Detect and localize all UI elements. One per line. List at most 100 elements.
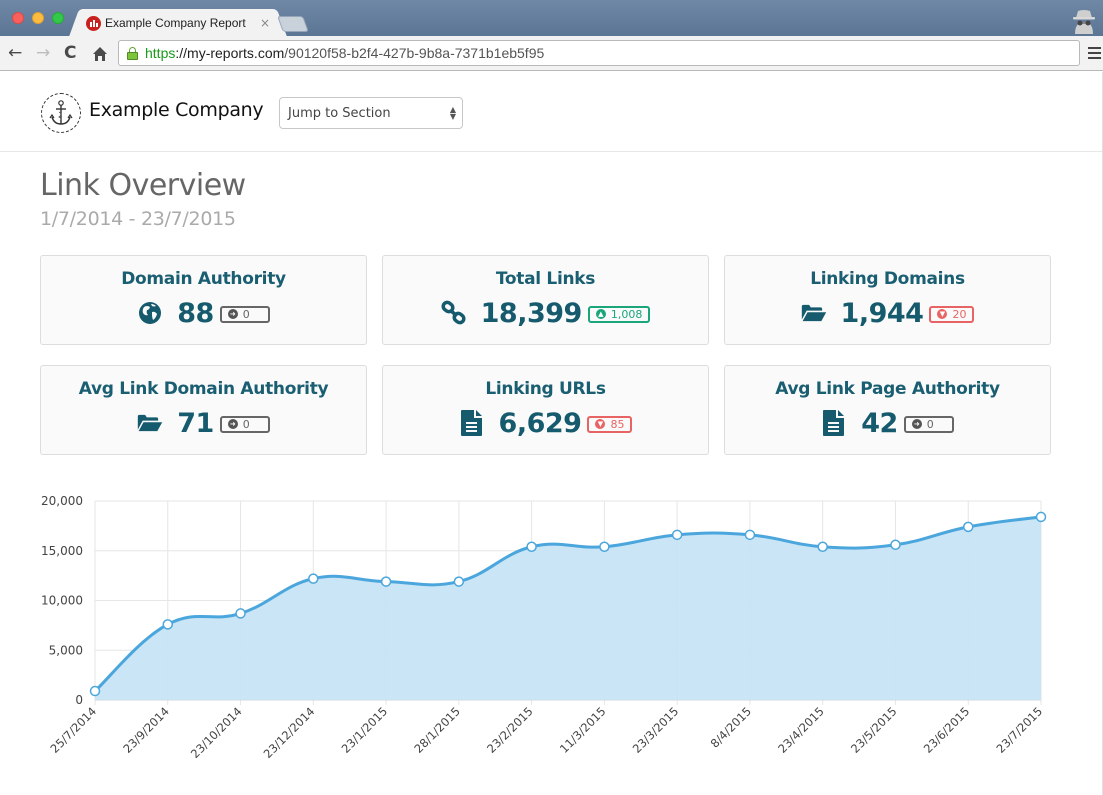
data-point: [453, 576, 465, 587]
links-chart: 0 5,000 10,000 15,000 20,000 25/7/2014 23/9/20…: [0, 480, 1103, 795]
arrow-circle-up-icon: ▲: [595, 309, 606, 319]
forward-button[interactable]: →: [36, 44, 50, 62]
home-button[interactable]: [92, 46, 108, 62]
card-title: Avg Link Page Authority: [775, 379, 1000, 399]
data-point: [671, 529, 683, 541]
select-arrows-icon: ▲ ▼: [449, 105, 456, 121]
anchor-logo-icon: [41, 93, 81, 133]
card-title: Linking Domains: [810, 269, 965, 289]
arrow-circle-right-icon: ➜: [227, 419, 238, 429]
card-value: 42: [861, 407, 898, 439]
jump-to-section-select[interactable]: Jump to Section ▲ ▼: [279, 97, 463, 129]
data-point: [890, 539, 901, 551]
new-tab-button[interactable]: [277, 16, 309, 32]
change-value: 0: [242, 307, 250, 321]
metric-card-domain-authority: Domain Authority 88 ➜ 0: [40, 255, 367, 345]
metric-card-avg-link-domain-authority: Avg Link Domain Authority 71 ➜ 0: [40, 365, 367, 455]
tab-close-icon[interactable]: ×: [260, 16, 270, 30]
x-tick-label: 23/6/2015: [921, 704, 973, 756]
change-value: 85: [610, 417, 625, 431]
change-value: 0: [242, 417, 250, 431]
change-badge: ➜ 0: [219, 305, 270, 323]
reload-button[interactable]: C: [64, 44, 76, 62]
data-point: [89, 685, 101, 697]
x-tick-label: 23/10/2014: [188, 704, 245, 761]
browser-tab-active[interactable]: Example Company Report ×: [80, 9, 276, 37]
browser-menu-icon[interactable]: [1088, 47, 1101, 59]
x-tick-label: 23/5/2015: [848, 704, 900, 756]
address-bar[interactable]: https://my-reports.com/90120f58-b2f4-427…: [118, 40, 1080, 66]
jump-select-value: Jump to Section: [288, 105, 391, 121]
metric-card-linking-domains: Linking Domains 1,944 ▼ 20: [724, 255, 1051, 345]
file-text-icon: [459, 410, 485, 436]
link-icon: [441, 300, 467, 326]
chart-svg: 0 5,000 10,000 15,000 20,000 25/7/2014 23/9/20…: [41, 494, 1047, 761]
data-point: [744, 529, 756, 541]
change-badge: ➜ 0: [219, 415, 270, 433]
browser-titlebar: Example Company Report ×: [0, 0, 1103, 37]
bar-chart-favicon-icon: [86, 15, 101, 31]
page-title: Link Overview: [40, 168, 246, 203]
y-tick-label: 10,000: [41, 594, 83, 608]
file-text-icon: [821, 410, 847, 436]
x-tick-label: 23/1/2015: [339, 704, 391, 756]
card-title: Domain Authority: [121, 269, 286, 289]
card-title: Avg Link Domain Authority: [78, 379, 329, 399]
metric-card-total-links: Total Links 18,399 ▲ 1,008: [382, 255, 709, 345]
arrow-circle-right-icon: ➜: [911, 419, 922, 429]
change-value: 1,008: [610, 307, 643, 321]
data-point: [599, 541, 610, 553]
y-tick-label: 5,000: [49, 643, 83, 657]
browser-toolbar: ← → C https://my-reports.com/90120f58-b2…: [0, 36, 1103, 71]
card-title: Total Links: [495, 269, 596, 289]
y-tick-label: 20,000: [41, 494, 83, 508]
data-point: [526, 541, 537, 553]
arrow-circle-down-icon: ▼: [937, 309, 948, 319]
tab-title: Example Company Report: [105, 16, 246, 30]
data-point: [817, 541, 828, 553]
arrow-circle-down-icon: ▼: [595, 419, 606, 429]
data-point: [235, 608, 246, 619]
x-tick-label: 8/4/2015: [708, 704, 754, 750]
change-badge: ▼ 20: [929, 305, 975, 323]
data-point: [1035, 511, 1047, 523]
metric-card-linking-urls: Linking URLs 6,629 ▼ 85: [382, 365, 709, 455]
card-title: Linking URLs: [485, 379, 606, 399]
folder-open-icon: [137, 410, 163, 436]
x-tick-label: 23/9/2014: [120, 704, 172, 756]
close-window-button[interactable]: [12, 12, 24, 24]
x-tick-label: 25/7/2014: [48, 704, 100, 756]
change-value: 0: [926, 417, 934, 431]
card-value: 6,629: [498, 407, 582, 439]
maximize-window-button[interactable]: [52, 12, 64, 24]
back-button[interactable]: ←: [8, 44, 22, 62]
data-point: [380, 576, 392, 587]
lock-icon: [127, 46, 138, 60]
url-text: https://my-reports.com/90120f58-b2f4-427…: [145, 45, 545, 61]
y-tick-label: 15,000: [41, 544, 83, 558]
company-name: Example Company: [89, 99, 264, 121]
change-badge: ➜ 0: [903, 415, 954, 433]
globe-icon: [137, 300, 163, 326]
card-value: 71: [177, 407, 214, 439]
change-badge: ▲ 1,008: [587, 305, 651, 323]
date-range: 1/7/2014 - 23/7/2015: [40, 208, 236, 230]
card-value: 88: [177, 297, 214, 329]
x-tick-label: 28/1/2015: [411, 704, 463, 756]
metric-card-avg-link-page-authority: Avg Link Page Authority 42 ➜ 0: [724, 365, 1051, 455]
x-tick-label: 23/3/2015: [630, 704, 682, 756]
page-header: Example Company Jump to Section ▲ ▼: [0, 72, 1103, 152]
change-badge: ▼ 85: [587, 415, 633, 433]
data-point: [308, 573, 319, 584]
incognito-icon: [1073, 10, 1095, 34]
card-value: 18,399: [480, 297, 583, 329]
arrow-circle-right-icon: ➜: [227, 309, 238, 319]
y-tick-label: 0: [75, 693, 83, 707]
x-tick-label: 23/2/2015: [484, 704, 536, 756]
minimize-window-button[interactable]: [32, 12, 44, 24]
folder-open-icon: [801, 300, 827, 326]
data-point: [162, 619, 174, 630]
card-value: 1,944: [840, 297, 924, 329]
x-tick-label: 23/7/2015: [994, 704, 1046, 756]
x-tick-label: 23/12/2014: [261, 704, 318, 761]
